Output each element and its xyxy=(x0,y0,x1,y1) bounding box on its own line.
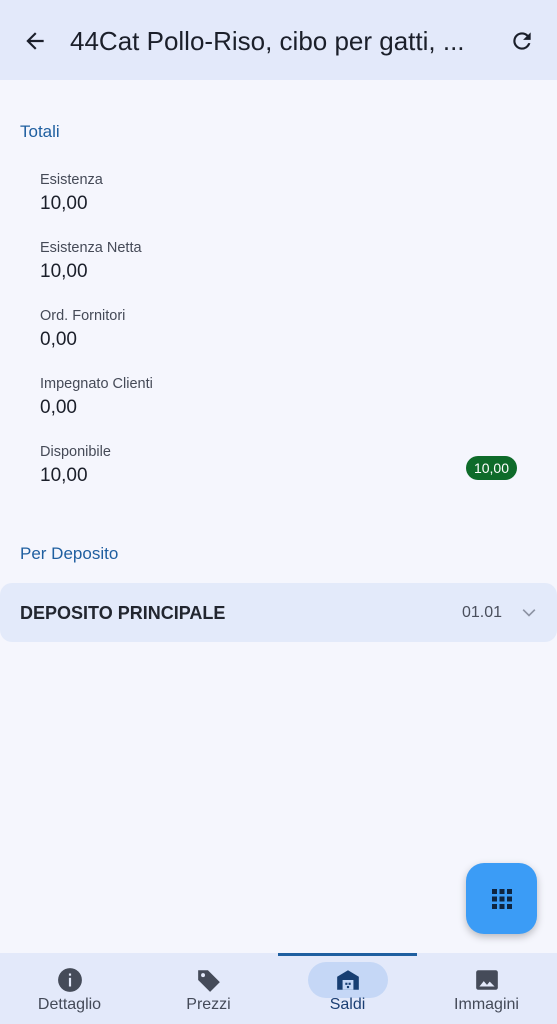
nav-label: Prezzi xyxy=(186,996,231,1013)
per-deposit-section-title: Per Deposito xyxy=(20,544,119,563)
nav-item-immagini[interactable]: Immagini xyxy=(417,953,556,1024)
deposit-name: DEPOSITO PRINCIPALE xyxy=(20,603,226,623)
warehouse-icon xyxy=(336,970,359,990)
nav-label: Saldi xyxy=(329,996,366,1013)
page-title: 44Cat Pollo-Riso, cibo per gatti, ... xyxy=(70,26,465,56)
metric-esistenza: Esistenza 10,00 xyxy=(40,172,520,215)
metric-value: 10,00 xyxy=(40,261,88,282)
nav-label: Immagini xyxy=(454,996,519,1013)
app-bar: 44Cat Pollo-Riso, cibo per gatti, ... xyxy=(0,0,557,80)
nav-icon-wrap xyxy=(169,962,249,998)
image-icon xyxy=(475,970,498,990)
metric-disponibile: Disponibile 10,00 xyxy=(40,444,520,487)
grid-menu-button[interactable] xyxy=(466,863,537,934)
metric-label: Esistenza xyxy=(40,172,103,188)
nav-item-saldi[interactable]: Saldi xyxy=(278,953,417,1024)
nav-icon-wrap xyxy=(447,962,527,998)
nav-icon-wrap xyxy=(307,962,388,998)
tag-icon xyxy=(197,970,220,992)
metric-value: 0,00 xyxy=(40,329,77,350)
deposit-row[interactable]: DEPOSITO PRINCIPALE 01.01 xyxy=(0,583,557,642)
totals-section-title: Totali xyxy=(20,122,60,141)
grid-icon xyxy=(491,888,512,909)
metric-label: Disponibile xyxy=(40,444,111,460)
metric-impegnato-clienti: Impegnato Clienti 0,00 xyxy=(40,376,520,419)
metric-ord-fornitori: Ord. Fornitori 0,00 xyxy=(40,308,520,351)
bottom-navigation: Dettaglio Prezzi Saldi Immagini xyxy=(0,953,557,1024)
metric-value: 0,00 xyxy=(40,397,77,418)
metric-label: Ord. Fornitori xyxy=(40,308,126,324)
metric-label: Impegnato Clienti xyxy=(40,376,153,392)
chevron-down-icon[interactable] xyxy=(519,603,539,623)
refresh-icon[interactable] xyxy=(509,28,535,54)
metric-value: 10,00 xyxy=(40,465,88,486)
metric-label: Esistenza Netta xyxy=(40,240,142,256)
deposit-code: 01.01 xyxy=(462,604,503,621)
info-icon xyxy=(57,968,82,992)
available-badge: 10,00 xyxy=(466,456,517,480)
active-tab-indicator xyxy=(278,953,417,956)
nav-item-prezzi[interactable]: Prezzi xyxy=(139,953,278,1024)
nav-item-dettaglio[interactable]: Dettaglio xyxy=(0,953,139,1024)
metric-value: 10,00 xyxy=(40,193,88,214)
nav-icon-wrap xyxy=(30,962,110,998)
metric-esistenza-netta: Esistenza Netta 10,00 xyxy=(40,240,520,283)
nav-label: Dettaglio xyxy=(37,996,102,1013)
back-arrow-icon[interactable] xyxy=(22,28,48,54)
